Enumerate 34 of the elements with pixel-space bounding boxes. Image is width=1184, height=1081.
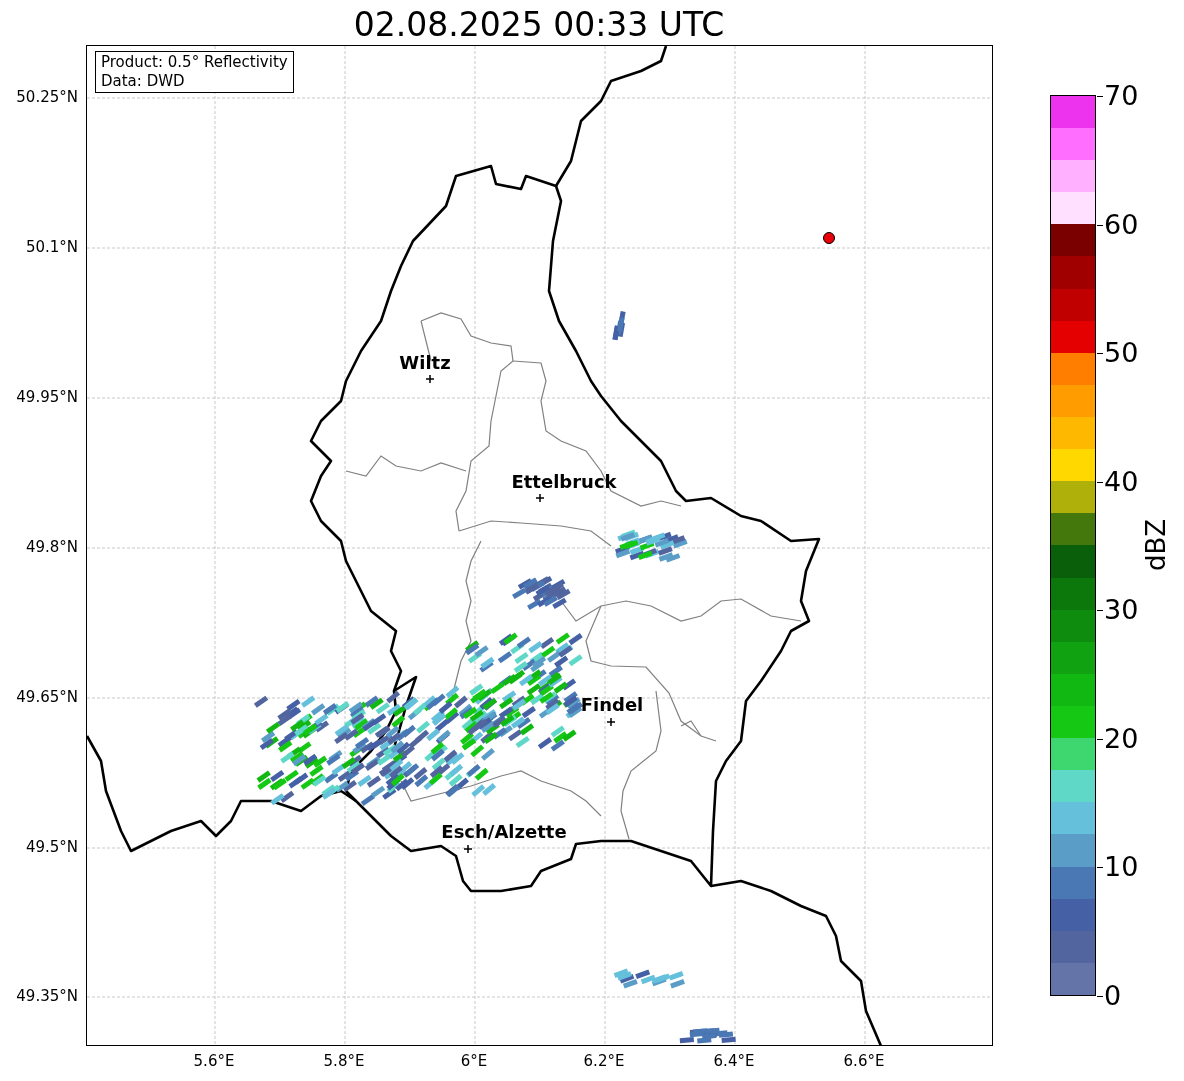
chart-title: 02.08.2025 00:33 UTC bbox=[352, 4, 726, 46]
city-label: Ettelbruck bbox=[510, 472, 618, 492]
longitude-label: 5.6°E bbox=[192, 1052, 236, 1070]
longitude-label: 6.6°E bbox=[842, 1052, 886, 1070]
info-text: Product: 0.5° Reflectivity bbox=[101, 53, 288, 72]
latitude-label: 49.5°N bbox=[24, 838, 78, 856]
colorbar-tick-label: 20 bbox=[1104, 723, 1139, 754]
colorbar-tick-label: 60 bbox=[1104, 209, 1139, 240]
longitude-label: 5.8°E bbox=[322, 1052, 366, 1070]
colorbar-tick-label: 50 bbox=[1104, 338, 1139, 369]
city-marker-icon bbox=[425, 374, 435, 384]
city-label: Findel bbox=[579, 695, 645, 715]
longitude-label: 6.4°E bbox=[712, 1052, 756, 1070]
city-marker-icon bbox=[606, 717, 616, 727]
city-marker-icon bbox=[535, 493, 545, 503]
city-label: Wiltz bbox=[398, 353, 452, 373]
city-label: Esch/Alzette bbox=[440, 822, 568, 842]
colorbar-label: dBZ bbox=[1141, 518, 1172, 572]
latitude-label: 50.25°N bbox=[15, 88, 78, 106]
longitude-label: 6°E bbox=[459, 1052, 489, 1070]
city-marker-icon bbox=[463, 844, 473, 854]
colorbar-tick-label: 40 bbox=[1104, 466, 1139, 497]
latitude-label: 49.8°N bbox=[24, 538, 78, 556]
colorbar-tick-label: 70 bbox=[1104, 81, 1139, 111]
latitude-label: 50.1°N bbox=[24, 238, 78, 256]
colorbar-tick-label: 10 bbox=[1104, 852, 1139, 883]
info-text: Data: DWD bbox=[101, 72, 186, 91]
colorbar-tick-label: 30 bbox=[1104, 595, 1139, 626]
longitude-label: 6.2°E bbox=[582, 1052, 626, 1070]
location-dot bbox=[823, 232, 835, 244]
latitude-label: 49.35°N bbox=[15, 987, 78, 1005]
latitude-label: 49.65°N bbox=[15, 688, 78, 706]
latitude-label: 49.95°N bbox=[15, 388, 78, 406]
colorbar-tick-label: 0 bbox=[1104, 981, 1122, 1011]
